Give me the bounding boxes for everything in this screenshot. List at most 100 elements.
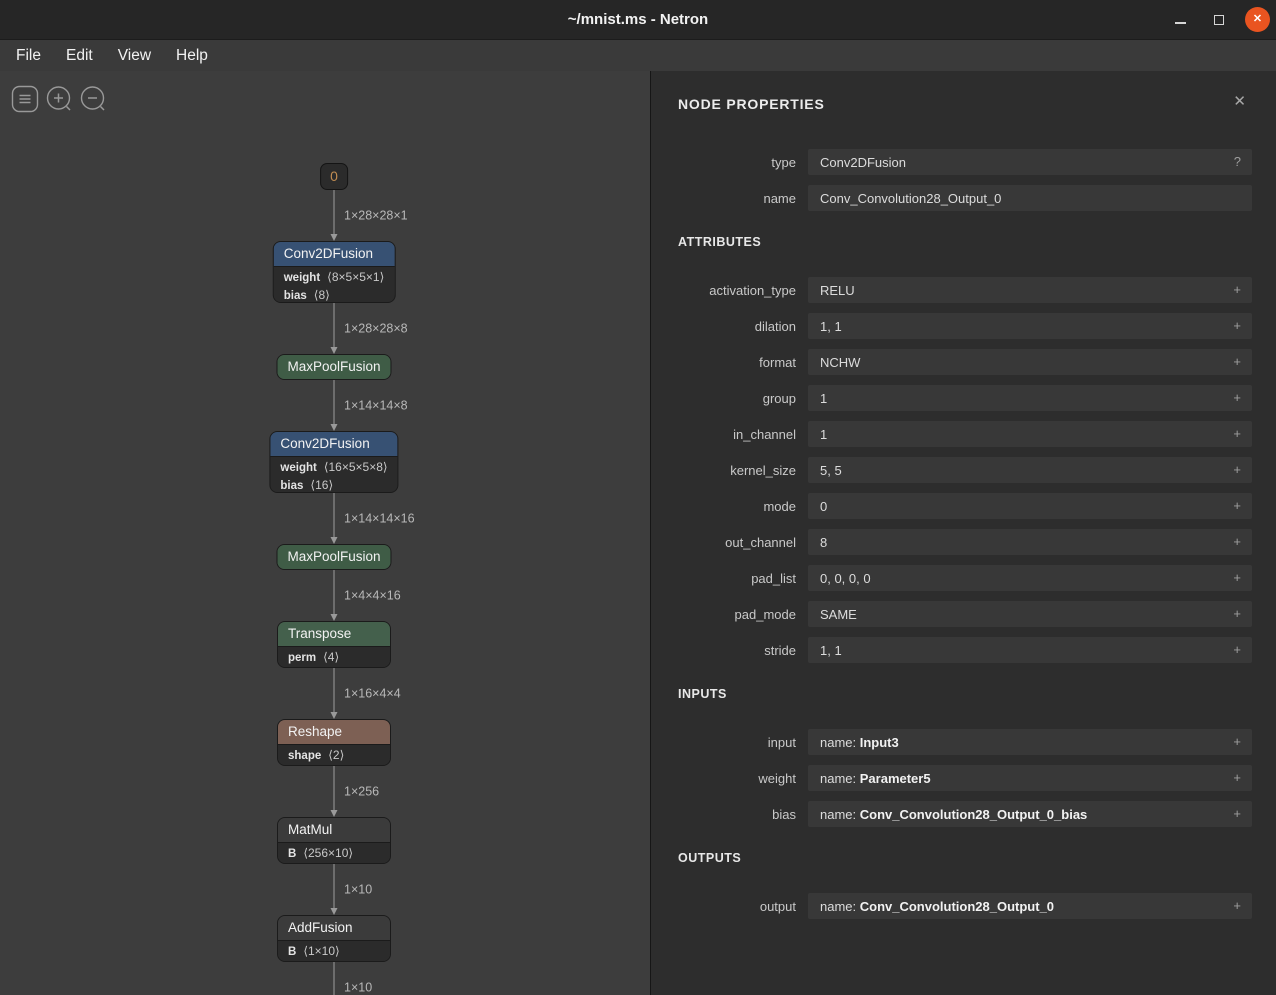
node-attributes: B⟨1×10⟩ bbox=[278, 940, 390, 962]
property-row-bias: bias name: Conv_Convolution28_Output_0_bi… bbox=[678, 801, 1252, 827]
zoom-out-button[interactable] bbox=[79, 85, 107, 113]
property-label: mode bbox=[678, 499, 796, 514]
minimize-button[interactable] bbox=[1167, 7, 1193, 33]
property-row-out_channel: out_channel8+ bbox=[678, 529, 1252, 555]
maximize-button[interactable] bbox=[1206, 7, 1232, 33]
edge-shape-label[interactable]: 1×10 bbox=[344, 883, 372, 897]
panel-close-icon[interactable]: ✕ bbox=[1233, 94, 1246, 109]
expand-icon[interactable]: + bbox=[1233, 801, 1241, 826]
property-value: 1, 1 bbox=[820, 643, 842, 658]
field-kernel_size[interactable]: 5, 5+ bbox=[808, 457, 1252, 483]
expand-icon[interactable]: + bbox=[1233, 565, 1241, 590]
section-header-outputs: OUTPUTS bbox=[678, 851, 1252, 865]
edge-arrowhead-icon bbox=[331, 424, 338, 431]
property-row-stride: stride1, 1+ bbox=[678, 637, 1252, 663]
field-dilation[interactable]: 1, 1+ bbox=[808, 313, 1252, 339]
graph-node-maxpoolfusion[interactable]: MaxPoolFusion bbox=[276, 544, 391, 570]
close-icon: ✕ bbox=[1253, 14, 1262, 25]
field-pad_list[interactable]: 0, 0, 0, 0+ bbox=[808, 565, 1252, 591]
node-attr-line: bias⟨8⟩ bbox=[284, 287, 385, 303]
property-row-activation_type: activation_typeRELU+ bbox=[678, 277, 1252, 303]
field-pad_mode[interactable]: SAME+ bbox=[808, 601, 1252, 627]
expand-icon[interactable]: + bbox=[1233, 385, 1241, 410]
zoom-in-button[interactable] bbox=[45, 85, 73, 113]
value-prefix: name: bbox=[820, 735, 860, 750]
attr-key: perm bbox=[288, 652, 316, 664]
field-stride[interactable]: 1, 1 + bbox=[808, 637, 1252, 663]
property-label: group bbox=[678, 391, 796, 406]
graph-io-node[interactable]: 0 bbox=[320, 163, 348, 190]
menu-help[interactable]: Help bbox=[165, 45, 219, 67]
expand-icon[interactable]: + bbox=[1233, 601, 1241, 626]
attr-key: weight bbox=[280, 462, 316, 474]
expand-icon[interactable]: + bbox=[1233, 893, 1241, 918]
expand-icon[interactable]: + bbox=[1233, 493, 1241, 518]
field-type[interactable]: Conv2DFusion? bbox=[808, 149, 1252, 175]
edge-shape-label[interactable]: 1×28×28×1 bbox=[344, 209, 408, 223]
graph-toolbar bbox=[11, 85, 107, 113]
menu-edit[interactable]: Edit bbox=[55, 45, 104, 67]
edge-arrowhead-icon bbox=[331, 234, 338, 241]
io-node-label: 0 bbox=[330, 168, 338, 184]
expand-icon[interactable]: + bbox=[1233, 313, 1241, 338]
edge-shape-label[interactable]: 1×4×4×16 bbox=[344, 589, 401, 603]
edge-shape-label[interactable]: 1×14×14×16 bbox=[344, 512, 415, 526]
graph-node-maxpoolfusion[interactable]: MaxPoolFusion bbox=[276, 354, 391, 380]
expand-icon[interactable]: + bbox=[1233, 729, 1241, 754]
value-prefix: name: bbox=[820, 899, 860, 914]
edge-shape-label[interactable]: 1×10 bbox=[344, 981, 372, 995]
field-mode[interactable]: 0+ bbox=[808, 493, 1252, 519]
field-weight[interactable]: name: Parameter5 + bbox=[808, 765, 1252, 791]
menu-file[interactable]: File bbox=[5, 45, 52, 67]
menu-icon bbox=[11, 85, 39, 113]
graph-node-conv2dfusion[interactable]: Conv2DFusionweight⟨16×5×5×8⟩bias⟨16⟩ bbox=[269, 431, 398, 493]
graph-canvas[interactable]: 1×28×28×1 1×28×28×8 1×14×14×8 1×14×14×16 1×4… bbox=[0, 71, 651, 995]
expand-icon[interactable]: + bbox=[1233, 457, 1241, 482]
field-activation_type[interactable]: RELU+ bbox=[808, 277, 1252, 303]
sidebar-menu-button[interactable] bbox=[11, 85, 39, 113]
field-in_channel[interactable]: 1+ bbox=[808, 421, 1252, 447]
edge-arrowhead-icon bbox=[331, 614, 338, 621]
help-icon[interactable]: ? bbox=[1234, 149, 1241, 174]
field-out_channel[interactable]: 8+ bbox=[808, 529, 1252, 555]
edge-shape-label[interactable]: 1×28×28×8 bbox=[344, 322, 408, 336]
close-button[interactable]: ✕ bbox=[1245, 7, 1270, 32]
field-format[interactable]: NCHW + bbox=[808, 349, 1252, 375]
graph-node-reshape[interactable]: Reshapeshape⟨2⟩ bbox=[277, 719, 391, 766]
property-value: name: Conv_Convolution28_Output_0 bbox=[820, 899, 1054, 914]
expand-icon[interactable]: + bbox=[1233, 349, 1241, 374]
value-prefix: name: bbox=[820, 771, 860, 786]
edge-shape-label[interactable]: 1×16×4×4 bbox=[344, 687, 401, 701]
graph-node-transpose[interactable]: Transposeperm⟨4⟩ bbox=[277, 621, 391, 668]
property-row-output: outputname: Conv_Convolution28_Output_0+ bbox=[678, 893, 1252, 919]
property-row-weight: weightname: Parameter5+ bbox=[678, 765, 1252, 791]
expand-icon[interactable]: + bbox=[1233, 765, 1241, 790]
expand-icon[interactable]: + bbox=[1233, 529, 1241, 554]
edge-arrowhead-icon bbox=[331, 810, 338, 817]
tensor-name: Parameter5 bbox=[860, 771, 931, 786]
attr-key: B bbox=[288, 946, 296, 958]
field-input[interactable]: name: Input3+ bbox=[808, 729, 1252, 755]
field-group[interactable]: 1+ bbox=[808, 385, 1252, 411]
property-value: 8 bbox=[820, 535, 827, 550]
node-properties-panel: NODE PROPERTIES ✕ typeConv2DFusion?nameC… bbox=[651, 71, 1276, 995]
maximize-icon bbox=[1214, 15, 1224, 25]
attr-value: ⟨16×5×5×8⟩ bbox=[324, 460, 388, 474]
edge-shape-label[interactable]: 1×14×14×8 bbox=[344, 399, 408, 413]
expand-icon[interactable]: + bbox=[1233, 421, 1241, 446]
field-output[interactable]: name: Conv_Convolution28_Output_0 + bbox=[808, 893, 1252, 919]
edge-shape-label[interactable]: 1×256 bbox=[344, 785, 379, 799]
property-row-type: typeConv2DFusion? bbox=[678, 149, 1252, 175]
expand-icon[interactable]: + bbox=[1233, 277, 1241, 302]
graph-node-matmul[interactable]: MatMulB⟨256×10⟩ bbox=[277, 817, 391, 864]
property-value: NCHW bbox=[820, 355, 860, 370]
expand-icon[interactable]: + bbox=[1233, 637, 1241, 662]
field-bias[interactable]: name: Conv_Convolution28_Output_0_bias+ bbox=[808, 801, 1252, 827]
property-value: 0 bbox=[820, 499, 827, 514]
graph-node-addfusion[interactable]: AddFusionB⟨1×10⟩ bbox=[277, 915, 391, 962]
titlebar[interactable]: ~/mnist.ms - Netron ✕ bbox=[0, 0, 1276, 40]
graph-node-conv2dfusion[interactable]: Conv2DFusionweight⟨8×5×5×1⟩bias⟨8⟩ bbox=[273, 241, 396, 303]
field-name[interactable]: Conv_Convolution28_Output_0 bbox=[808, 185, 1252, 211]
menu-view[interactable]: View bbox=[107, 45, 162, 67]
property-label: bias bbox=[678, 807, 796, 822]
